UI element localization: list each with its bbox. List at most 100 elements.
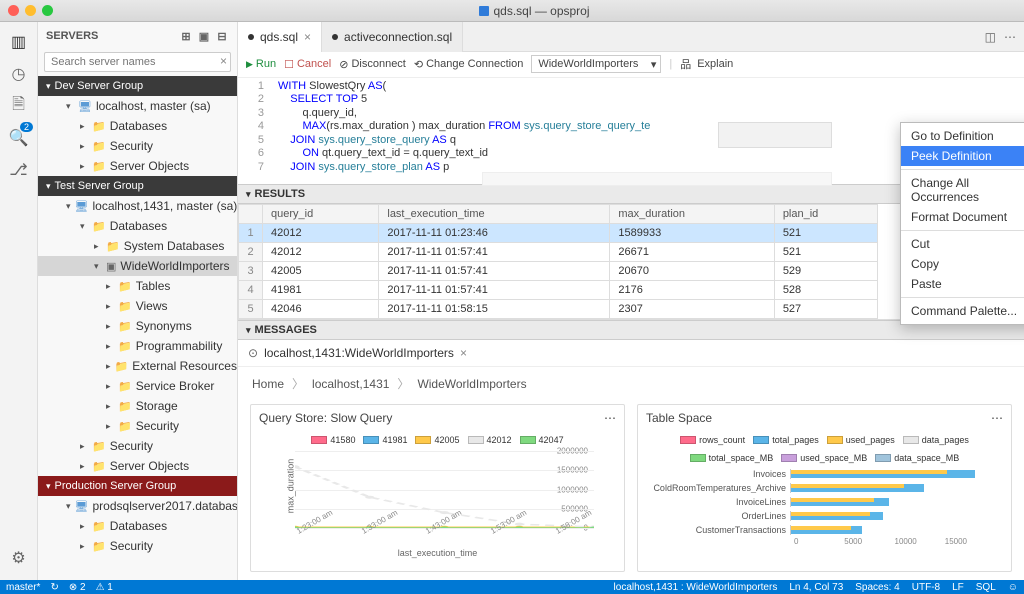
tree-item[interactable]: ▸📁Views (38, 296, 237, 316)
dashboard-tab[interactable]: localhost,1431:WideWorldImporters × (238, 340, 1024, 367)
tree-item[interactable]: ▾🖥prodsqlserver2017.database.windo.. (38, 496, 237, 516)
chevron-down-icon: ▾ (246, 325, 251, 336)
new-group-icon[interactable]: ▣ (197, 29, 211, 43)
close-tab-icon[interactable]: × (304, 30, 311, 44)
inline-hint-background (718, 122, 832, 148)
chart-legend: rows_counttotal_pagesused_pagesdata_page… (646, 435, 1003, 463)
context-menu-item[interactable]: Copy⌘C (901, 254, 1024, 274)
modified-dot-icon (248, 34, 254, 40)
scm-badge: 2 (20, 122, 33, 132)
change-connection-button[interactable]: Change Connection (414, 58, 523, 71)
main: qds.sql × activeconnection.sql ◫ ⋯ Run C… (238, 22, 1024, 580)
feedback-icon[interactable]: ☺ (1008, 582, 1018, 593)
tree-item[interactable]: ▸📁Security (38, 136, 237, 156)
widget-slow-query: Query Store: Slow Query ⋯ 41580419814200… (250, 404, 625, 572)
context-menu-item[interactable]: Cut⌘X (901, 234, 1024, 254)
modified-dot-icon (332, 34, 338, 40)
tree-item[interactable]: ▸📁External Resources (38, 356, 237, 376)
context-menu: Go to DefinitionF12Peek Definition⌥F12 Ch… (900, 122, 1024, 325)
widget-title: Table Space (646, 411, 712, 425)
search-input[interactable] (44, 52, 231, 72)
chart-legend: 4158041981420054201242047 (259, 435, 616, 445)
split-editor-icon[interactable]: ◫ (985, 30, 996, 44)
tree-item[interactable]: ▾📁Databases (38, 216, 237, 236)
servers-view-icon[interactable]: ▥ (5, 28, 33, 56)
editor-tabs: qds.sql × activeconnection.sql ◫ ⋯ (238, 22, 1024, 52)
tree-item[interactable]: ▸📁Security (38, 436, 237, 456)
server-group-header[interactable]: ▾Test Server Group (38, 176, 237, 196)
collapse-all-icon[interactable]: ⊟ (215, 29, 229, 43)
source-control-icon[interactable]: ⎇ (5, 156, 33, 184)
server-group-header[interactable]: ▾Production Server Group (38, 476, 237, 496)
tree-item[interactable]: ▸📁Programmability (38, 336, 237, 356)
status-connection[interactable]: localhost,1431 : WideWorldImporters (614, 582, 778, 593)
new-connection-icon[interactable]: ⊞ (179, 29, 193, 43)
tab-qds[interactable]: qds.sql × (238, 22, 322, 52)
context-menu-item[interactable]: Command Palette...⇧⌘P (901, 301, 1024, 321)
context-menu-item[interactable]: Peek Definition⌥F12 (901, 146, 1024, 166)
tree-item[interactable]: ▸📁Databases (38, 116, 237, 136)
status-encoding[interactable]: UTF-8 (912, 582, 940, 593)
run-button[interactable]: Run (246, 58, 276, 70)
zoom-window-icon[interactable] (42, 5, 53, 16)
tree-item[interactable]: ▸📁Synonyms (38, 316, 237, 336)
status-language[interactable]: SQL (976, 582, 996, 593)
sidebar: SERVERS ⊞ ▣ ⊟ × ▾Dev Server Group▾🖥local… (38, 22, 238, 580)
tree-item[interactable]: ▸📁Tables (38, 276, 237, 296)
context-menu-item[interactable]: Go to DefinitionF12 (901, 126, 1024, 146)
errors-indicator[interactable]: ⊗ 2 (69, 582, 86, 593)
context-menu-item[interactable]: Paste⌘V (901, 274, 1024, 294)
close-dashboard-icon[interactable]: × (460, 346, 467, 360)
warnings-indicator[interactable]: ⚠ 1 (96, 582, 113, 593)
connection-select[interactable]: WideWorldImporters (531, 55, 661, 73)
tree-item[interactable]: ▾🖥localhost, master (sa) (38, 96, 237, 116)
x-axis-label: last_execution_time (259, 548, 616, 558)
context-menu-item[interactable]: Format Document⌥⇧F (901, 207, 1024, 227)
explain-button[interactable]: Explain (680, 56, 733, 72)
settings-icon[interactable]: ⚙ (5, 544, 33, 572)
widget-more-icon[interactable]: ⋯ (604, 411, 616, 425)
tree-item[interactable]: ▸📁Security (38, 416, 237, 436)
sidebar-title: SERVERS (46, 30, 98, 42)
sidebar-search: × (44, 52, 231, 72)
tree-item[interactable]: ▸📁Server Objects (38, 156, 237, 176)
branch-indicator[interactable]: master* (6, 582, 40, 593)
tab-activeconn[interactable]: activeconnection.sql (322, 22, 463, 52)
tree-item[interactable]: ▸📁Server Objects (38, 456, 237, 476)
tree-item[interactable]: ▸📁Databases (38, 516, 237, 536)
tree-item[interactable]: ▾▣WideWorldImporters (38, 256, 237, 276)
titlebar: qds.sql — opsproj (0, 0, 1024, 22)
tree-item[interactable]: ▸📁Service Broker (38, 376, 237, 396)
inline-strip (482, 172, 832, 186)
server-group-header[interactable]: ▾Dev Server Group (38, 76, 237, 96)
status-eol[interactable]: LF (952, 582, 964, 593)
window-title: qds.sql — opsproj (53, 4, 1016, 18)
status-cursor[interactable]: Ln 4, Col 73 (789, 582, 843, 593)
tab-label: qds.sql (260, 30, 298, 44)
tree-item[interactable]: ▸📁Security (38, 536, 237, 556)
cancel-button[interactable]: Cancel (284, 58, 331, 71)
line-chart: max_duration 050000010000001500000200000… (295, 451, 594, 546)
close-window-icon[interactable] (8, 5, 19, 16)
minimize-window-icon[interactable] (25, 5, 36, 16)
status-spaces[interactable]: Spaces: 4 (855, 582, 899, 593)
more-tabs-icon[interactable]: ⋯ (1004, 30, 1016, 44)
widget-more-icon[interactable]: ⋯ (991, 411, 1003, 425)
tab-label: activeconnection.sql (344, 30, 452, 44)
disconnect-button[interactable]: Disconnect (339, 58, 406, 71)
tree-item[interactable]: ▾🖥localhost,1431, master (sa) (38, 196, 237, 216)
query-toolbar: Run Cancel Disconnect Change Connection … (238, 52, 1024, 78)
bar-chart: InvoicesColdRoomTemperatures_ArchiveInvo… (650, 467, 995, 546)
status-bar: master* ↻ ⊗ 2 ⚠ 1 localhost,1431 : WideW… (0, 580, 1024, 594)
tree-item[interactable]: ▸📁System Databases (38, 236, 237, 256)
widget-title: Query Store: Slow Query (259, 411, 392, 425)
context-menu-item[interactable]: Change All Occurrences⌘F2 (901, 173, 1024, 207)
sync-icon[interactable]: ↻ (50, 582, 58, 593)
chevron-down-icon: ▾ (246, 189, 251, 200)
breadcrumb: Home〉localhost,1431〉WideWorldImporters (238, 367, 1024, 396)
explorer-view-icon[interactable]: 🗎 (5, 92, 33, 120)
activity-bar: ▥ ◷ 🗎 🔍 ⎇ 2 ⚙ (0, 22, 38, 580)
clear-search-icon[interactable]: × (220, 54, 227, 68)
history-view-icon[interactable]: ◷ (5, 60, 33, 88)
tree-item[interactable]: ▸📁Storage (38, 396, 237, 416)
